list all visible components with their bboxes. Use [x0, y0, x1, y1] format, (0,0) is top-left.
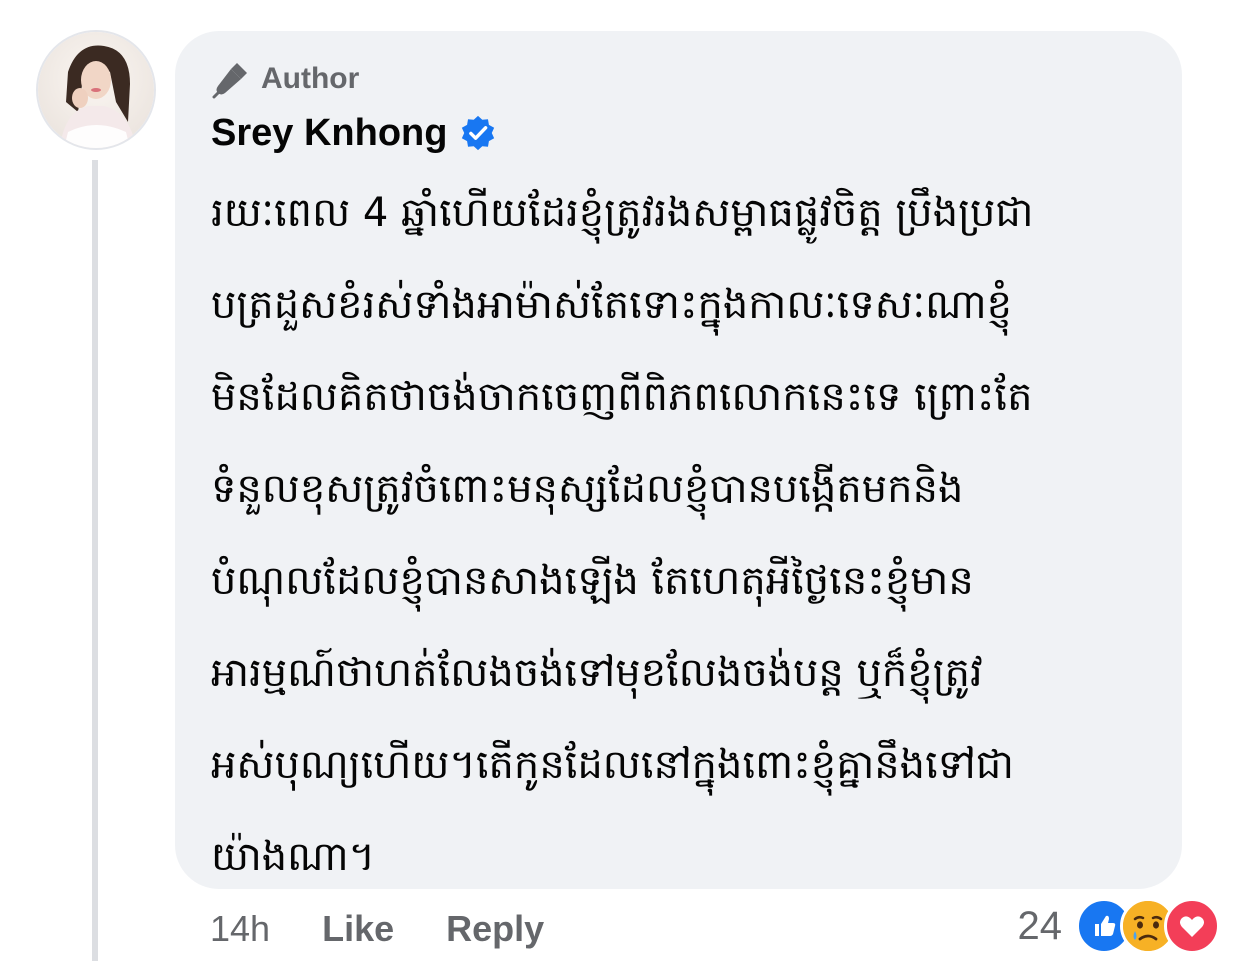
- timestamp[interactable]: 14h: [210, 908, 270, 950]
- reaction-summary[interactable]: 24: [1018, 898, 1220, 954]
- comment-line: បត្រដួសខំរស់ទាំងអាម៉ាស់តែទោះក្នុងកាលៈទេស…: [211, 282, 1012, 328]
- comment-line: អារម្មណ៍ថាហត់លែងចង់ទៅមុខលែងចង់បន្ត ឬក៏ខ្…: [211, 650, 983, 696]
- reply-button[interactable]: Reply: [446, 908, 544, 950]
- comment-line: យ៉ាងណា។: [211, 834, 376, 880]
- reaction-count[interactable]: 24: [1018, 904, 1063, 949]
- verified-badge-icon: [462, 115, 495, 151]
- comment-line: អស់បុណ្យហើយ។តើកូនដែលនៅក្នុងពោះខ្ញុំគ្នាន…: [211, 742, 1014, 788]
- microphone-icon: [212, 63, 247, 99]
- commenter-name[interactable]: Srey Knhong: [211, 112, 447, 155]
- comment-line: មិនដែលគិតថាចង់ចាកចេញពីពិភពលោកនេះទេ ព្រោះ…: [211, 374, 1033, 420]
- avatar[interactable]: [36, 30, 156, 150]
- like-button[interactable]: Like: [322, 908, 394, 950]
- comment-bubble: Author Srey Knhong រយៈពេល 4 ឆ្នាំហើយដែរខ…: [175, 31, 1182, 889]
- comment-line: ទំនួលខុសត្រូវចំពោះមនុស្សដែលខ្ញុំបានបង្កើ…: [211, 466, 964, 512]
- thread-line: [92, 160, 98, 961]
- comment-actions: 14h Like Reply: [210, 905, 544, 953]
- author-label: Author: [261, 62, 360, 95]
- comment-line: បំណុលដែលខ្ញុំបានសាងឡើង តែហេតុអីថ្ងៃនេះខ្…: [211, 558, 974, 604]
- comment-line: រយៈពេល 4 ឆ្នាំហើយដែរខ្ញុំត្រូវរងសម្ពាធផ្…: [211, 190, 1034, 236]
- comment-text: រយៈពេល 4 ឆ្នាំហើយដែរខ្ញុំត្រូវរងសម្ពាធផ្…: [211, 167, 1152, 903]
- love-icon: [1164, 898, 1220, 954]
- author-badge: Author: [211, 57, 1152, 101]
